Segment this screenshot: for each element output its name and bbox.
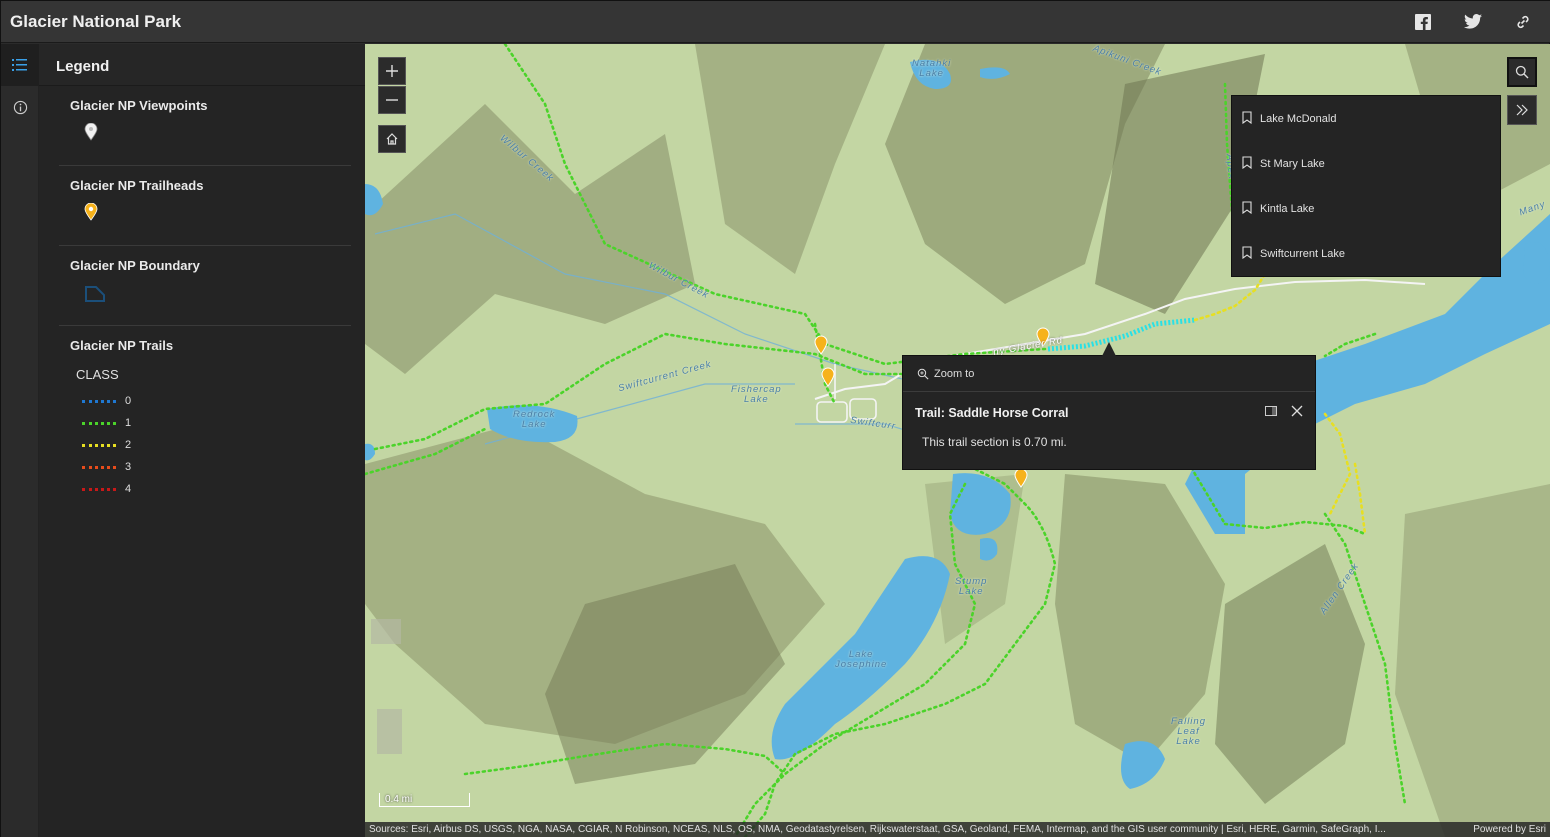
boundary-polygon-icon: [84, 283, 351, 311]
legend-layer-name: Glacier NP Viewpoints: [70, 98, 208, 113]
twitter-icon[interactable]: [1463, 12, 1483, 32]
legend-layer-trailheads: Glacier NP Trailheads: [59, 166, 351, 246]
trail-class-label: 2: [125, 439, 132, 451]
bookmark-label: St Mary Lake: [1260, 157, 1325, 170]
popup-title: Trail: Saddle Horse Corral: [915, 406, 1069, 420]
bookmark-item[interactable]: Lake McDonald: [1232, 96, 1500, 141]
popup-actions: [1265, 404, 1303, 422]
dock-icon[interactable]: [1265, 404, 1277, 422]
chevrons-right-icon: [1516, 104, 1528, 116]
zoom-to-label: Zoom to: [934, 367, 975, 380]
map-label-natahki-lake: Natahki Lake: [912, 58, 952, 79]
trail-class-row: 4: [82, 478, 351, 500]
zoom-out-button[interactable]: [378, 86, 406, 114]
popup-header: Trail: Saddle Horse Corral: [903, 392, 1315, 422]
trail-class-label: 1: [125, 417, 132, 429]
legend-layer-name: Glacier NP Trailheads: [70, 178, 204, 193]
trail-class-label: 3: [125, 461, 132, 473]
legend-title: Legend: [39, 44, 365, 86]
trail-class-swatch: [82, 487, 116, 491]
trail-class-row: 0: [82, 390, 351, 412]
trail-class-swatch: [82, 421, 116, 425]
bookmark-item[interactable]: Kintla Lake: [1232, 186, 1500, 231]
home-button[interactable]: [378, 125, 406, 153]
close-icon[interactable]: [1291, 404, 1303, 422]
attribution-text[interactable]: Sources: Esri, Airbus DS, USGS, NGA, NAS…: [369, 824, 1386, 835]
map-attribution: Sources: Esri, Airbus DS, USGS, NGA, NAS…: [365, 822, 1550, 837]
trail-class-row: 2: [82, 434, 351, 456]
trail-class-swatch: [82, 465, 116, 469]
trailhead-marker-icon: [84, 202, 351, 231]
trail-class-swatch: [82, 443, 116, 447]
map-label-falling-leaf-lake: Falling Leaf Lake: [1171, 716, 1206, 747]
legend-layer-name: Glacier NP Trails: [70, 338, 174, 353]
link-icon[interactable]: [1513, 12, 1533, 32]
side-rail: [1, 44, 39, 837]
zoom-to-icon: [917, 368, 929, 380]
facebook-icon[interactable]: [1413, 12, 1433, 32]
bookmarks-collapse-button[interactable]: [1507, 95, 1537, 125]
app-window: Glacier National Park Legend Glacier NP …: [0, 0, 1550, 837]
home-icon: [386, 133, 398, 145]
feature-popup: Zoom to Trail: Saddle Horse Corral This …: [902, 342, 1316, 470]
bookmark-label: Lake McDonald: [1260, 112, 1337, 125]
bookmark-label: Kintla Lake: [1260, 202, 1315, 215]
trail-class-label: 4: [125, 483, 132, 495]
powered-by-esri[interactable]: Powered by Esri: [1463, 824, 1550, 835]
app-header: Glacier National Park: [1, 1, 1550, 43]
legend-toggle-button[interactable]: [1, 44, 39, 86]
bookmark-label: Swiftcurrent Lake: [1260, 247, 1345, 260]
legend-layer-viewpoints: Glacier NP Viewpoints: [59, 86, 351, 166]
legend-layer-boundary: Glacier NP Boundary: [59, 246, 351, 326]
trail-class-heading: CLASS: [76, 367, 119, 382]
map-label-fishercap-lake: Fishercap Lake: [731, 384, 782, 405]
map-label-redrock-lake: Redrock Lake: [513, 409, 556, 430]
trail-class-label: 0: [125, 395, 132, 407]
header-actions: [1413, 12, 1550, 32]
bookmark-icon: [1242, 110, 1252, 127]
legend-panel: Legend Glacier NP Viewpoints Glacier NP …: [39, 44, 365, 837]
legend-layer-trails: Glacier NP Trails CLASS 0 1 2 3 4: [59, 326, 351, 514]
map-label-lake-josephine: Lake Josephine: [835, 649, 888, 670]
bookmark-item[interactable]: Swiftcurrent Lake: [1232, 231, 1500, 276]
search-button[interactable]: [1507, 57, 1537, 87]
minus-icon: [386, 99, 398, 101]
zoom-to-action[interactable]: Zoom to: [903, 356, 1315, 392]
bookmark-icon: [1242, 200, 1252, 217]
zoom-in-button[interactable]: [378, 57, 406, 85]
bookmark-item[interactable]: St Mary Lake: [1232, 141, 1500, 186]
bookmark-icon: [1242, 245, 1252, 262]
bookmarks-panel: Lake McDonald St Mary Lake Kintla Lake S…: [1231, 95, 1501, 277]
popup-body: This trail section is 0.70 mi.: [922, 435, 1067, 449]
info-toggle-button[interactable]: [1, 86, 39, 128]
bookmark-icon: [1242, 155, 1252, 172]
map-label-stump-lake: Stump Lake: [955, 576, 988, 597]
search-icon: [1515, 65, 1529, 79]
legend-layer-name: Glacier NP Boundary: [70, 258, 200, 273]
plus-icon: [386, 65, 398, 77]
popup-pointer: [1102, 342, 1116, 356]
map-view[interactable]: Natahki Lake Apikuni Creek Wilbur Creek …: [365, 44, 1550, 837]
trail-class-row: 3: [82, 456, 351, 478]
info-icon: [13, 100, 27, 114]
list-icon: [12, 59, 27, 71]
app-title: Glacier National Park: [10, 11, 182, 31]
trail-class-row: 1: [82, 412, 351, 434]
trail-class-swatch: [82, 399, 116, 403]
scale-bar: 0.4 mi: [379, 793, 470, 807]
viewpoint-marker-icon: [84, 122, 351, 151]
